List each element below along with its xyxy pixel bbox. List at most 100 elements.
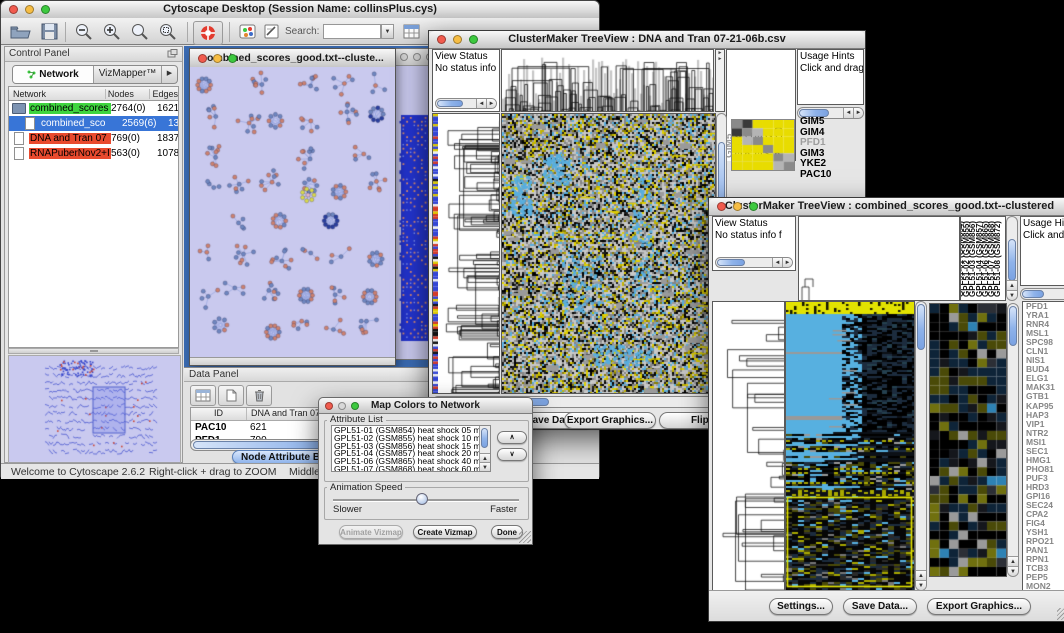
panel-splitter[interactable] — [8, 348, 179, 354]
tv2-zoom-vscrollbar[interactable]: ▲ ▼ — [1007, 303, 1019, 577]
close-icon[interactable] — [325, 402, 333, 410]
attribute-item[interactable]: GPL51-07 (GSM868) heat shock 60 min — [334, 466, 490, 472]
minimize-icon[interactable] — [338, 402, 346, 410]
close-icon[interactable] — [437, 35, 446, 44]
zoom-window-icon[interactable] — [749, 202, 758, 211]
close-icon[interactable] — [198, 54, 207, 63]
scroll-up-icon[interactable]: ▲ — [480, 453, 490, 462]
tv2-column-dendrogram-canvas[interactable] — [799, 217, 959, 300]
zoom-window-icon[interactable] — [351, 402, 359, 410]
minimize-icon[interactable] — [733, 202, 742, 211]
col-id[interactable]: ID — [191, 408, 247, 420]
network-list-row[interactable]: combined_sco 2569(6) 13112(15) — [9, 116, 178, 131]
zoom-fit-button[interactable] — [127, 21, 153, 43]
main-titlebar[interactable]: Cytoscape Desktop (Session Name: collins… — [1, 1, 599, 19]
tv1-gene-label[interactable]: PFD1 — [800, 138, 862, 149]
tv1-heatmap-canvas[interactable] — [502, 114, 715, 393]
scroll-left-icon[interactable]: ◄ — [772, 258, 782, 267]
save-session-button[interactable] — [37, 21, 63, 43]
attribute-listbox[interactable]: GPL51-01 (GSM854) heat shock 05 minGPL51… — [331, 425, 491, 472]
search-input[interactable] — [323, 24, 381, 39]
move-down-button[interactable]: ∨ — [497, 448, 527, 461]
network-graph-canvas[interactable] — [190, 67, 395, 357]
animate-vizmap-button[interactable]: Animate Vizmap — [339, 525, 403, 539]
new-attribute-button[interactable] — [218, 385, 244, 406]
zoom-in-button[interactable] — [99, 21, 125, 43]
tv1-gene-label[interactable]: YKE2 — [800, 159, 862, 170]
minimize-icon[interactable] — [25, 5, 34, 14]
scroll-down-icon[interactable]: ▼ — [1008, 566, 1018, 576]
scrollbar-thumb[interactable] — [437, 100, 463, 107]
scroll-up-icon[interactable]: ▲ — [1007, 280, 1017, 290]
col-edges[interactable]: Edges — [150, 89, 178, 99]
float-panel-icon[interactable] — [167, 49, 178, 59]
scrollbar-thumb[interactable] — [481, 428, 488, 448]
col-nodes[interactable]: Nodes — [106, 89, 151, 99]
create-vizmap-button[interactable]: Create Vizmap — [413, 525, 477, 539]
minimize-icon[interactable] — [213, 54, 222, 63]
close-icon[interactable] — [9, 5, 18, 14]
attribute-list-vscrollbar[interactable]: ▲ ▼ — [479, 426, 490, 471]
tv1-gene-label[interactable]: GIM5 — [800, 117, 862, 128]
tab-overflow-arrow[interactable]: ▶ — [162, 66, 177, 83]
scroll-right-icon[interactable]: ► — [782, 258, 792, 267]
tv2-column-label[interactable]: GPL51-08 (GSM872) — [993, 221, 1002, 297]
tv1-column-dendrogram-canvas[interactable] — [502, 50, 713, 111]
attribute-browser-button[interactable] — [399, 21, 425, 43]
zoom-selected-button[interactable] — [155, 21, 181, 43]
search-dropdown-button[interactable]: ▼ — [381, 24, 394, 39]
open-session-button[interactable] — [7, 21, 33, 43]
zoom-window-icon[interactable] — [41, 5, 50, 14]
zoom-window-icon[interactable] — [469, 35, 478, 44]
network-view-titlebar[interactable]: combined_scores_good.txt--cluste... — [190, 49, 395, 68]
scrollbar-thumb[interactable] — [1009, 306, 1017, 346]
tv2-action-button[interactable]: Export Graphics... — [927, 598, 1031, 615]
data-table-button[interactable] — [190, 385, 216, 406]
tv1-gene-label[interactable]: PAC10 — [800, 170, 862, 181]
tv2-status-scrollbar[interactable]: ◄ ► — [715, 257, 793, 268]
minimize-icon[interactable] — [453, 35, 462, 44]
zoom-window-icon[interactable] — [228, 54, 237, 63]
network-view-window[interactable]: combined_scores_good.txt--cluste... — [189, 48, 396, 366]
tv2-action-button[interactable]: Save Data... — [843, 598, 917, 615]
tv1-status-scrollbar[interactable]: ◄ ► — [435, 98, 497, 109]
zoom-out-button[interactable] — [71, 21, 97, 43]
network-hscrollbar[interactable] — [190, 357, 395, 365]
close-icon[interactable] — [400, 53, 408, 61]
tv2-usage-scrollbar[interactable] — [1020, 288, 1064, 300]
delete-attribute-button[interactable] — [246, 385, 272, 406]
tv2-heatmap-canvas[interactable] — [786, 302, 914, 590]
scroll-down-icon[interactable]: ▼ — [1007, 290, 1017, 300]
tab-vizmapper[interactable]: VizMapper™ — [94, 66, 162, 83]
vizmapper-button[interactable] — [235, 21, 261, 43]
network-list-row[interactable]: combined_scores 2764(0) 16218(0) — [9, 101, 178, 116]
scroll-right-icon[interactable]: ► — [486, 99, 496, 108]
network-list-row[interactable]: DNA and Tran 07 769(0) 183728(0) — [9, 131, 178, 146]
scroll-left-icon[interactable]: ◄ — [476, 99, 486, 108]
scroll-up-icon[interactable]: ▲ — [916, 570, 926, 580]
tv2-heatmap-vscrollbar[interactable]: ▲ ▼ — [915, 301, 927, 591]
close-icon[interactable] — [717, 202, 726, 211]
move-up-button[interactable]: ∧ — [497, 431, 527, 444]
scrollbar-thumb[interactable] — [1008, 239, 1016, 281]
resize-grip[interactable] — [519, 531, 531, 543]
tv1-dendrogram-scroll-strip[interactable]: ► ► — [715, 49, 725, 112]
scrollbar-thumb[interactable] — [917, 304, 925, 350]
network-list-row[interactable]: RNAPuberNov2+I 563(0) 107847(0) — [9, 146, 178, 161]
treeview1-titlebar[interactable]: ClusterMaker TreeView : DNA and Tran 07-… — [429, 31, 865, 49]
speed-slider-thumb[interactable] — [416, 493, 428, 505]
tv2-zoom-heatmap-canvas[interactable] — [930, 304, 1006, 576]
treeview2-titlebar[interactable]: ClusterMaker TreeView : combined_scores_… — [709, 198, 1064, 216]
tv1-mini-matrix-canvas[interactable] — [731, 119, 795, 171]
tv2-labels-vscrollbar[interactable]: ▲ ▼ — [1006, 216, 1018, 301]
tv1-action-button[interactable]: Export Graphics... — [564, 412, 656, 429]
minimize-icon[interactable] — [413, 53, 421, 61]
scroll-down-icon[interactable]: ▼ — [916, 580, 926, 590]
resize-grip[interactable] — [1057, 608, 1064, 620]
tv2-row-dendrogram-canvas[interactable] — [713, 302, 784, 590]
tab-network[interactable]: Network — [13, 66, 94, 83]
scrollbar-thumb[interactable] — [717, 259, 745, 266]
help-button[interactable] — [193, 21, 223, 45]
scrollbar-thumb[interactable] — [1022, 290, 1044, 298]
tv2-action-button[interactable]: Settings... — [769, 598, 833, 615]
